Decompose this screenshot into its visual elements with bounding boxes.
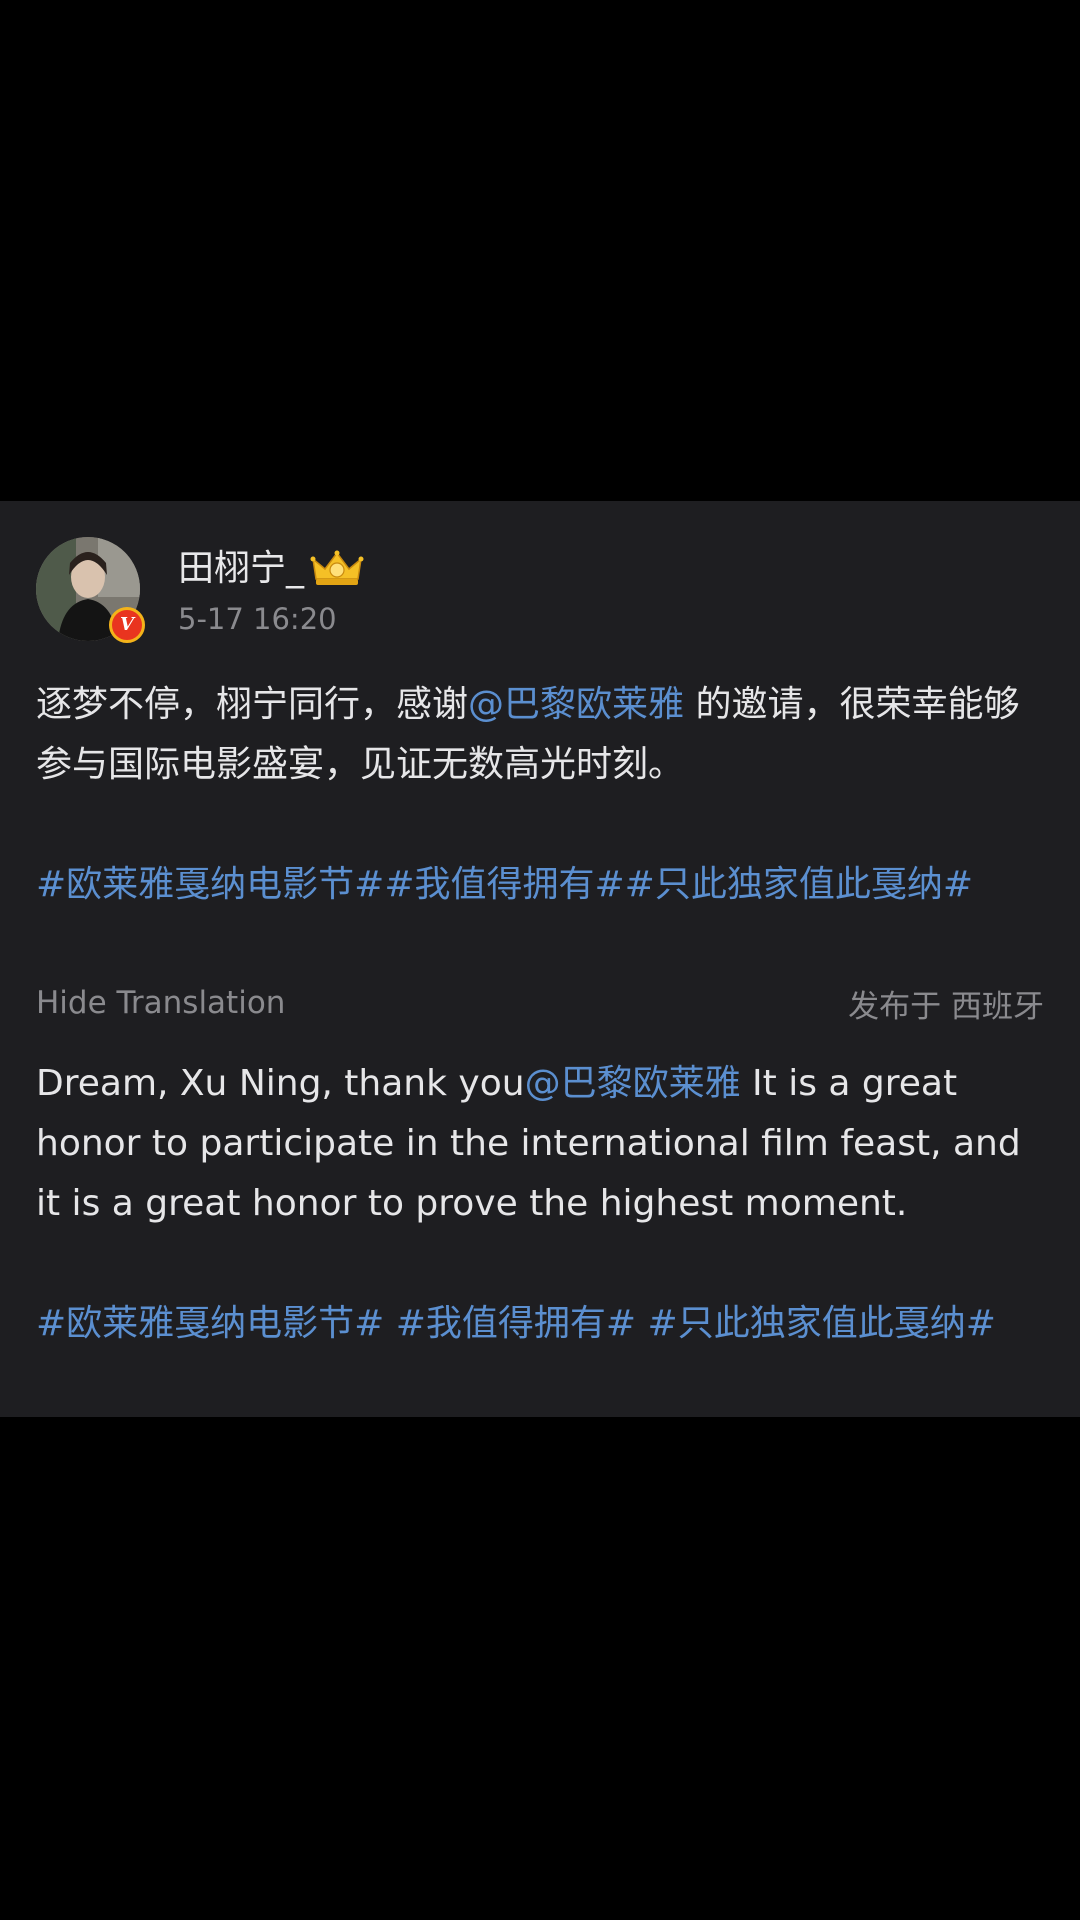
original-post-text: 逐梦不停，栩宁同行，感谢@巴黎欧莱雅 的邀请，很荣幸能够参与国际电影盛宴，见证无… [36,675,1046,795]
username-row[interactable]: 田栩宁_ [178,543,364,595]
post-timestamp: 5-17 16:20 [178,602,337,636]
translated-post-text: Dream, Xu Ning, thank you@巴黎欧莱雅 It is a … [36,1054,1046,1234]
original-text-before: 逐梦不停，栩宁同行，感谢 [36,684,469,725]
translation-bar: Hide Translation 发布于 西班牙 [36,975,1044,1031]
screen: V 田栩宁_ 5-17 16:20 逐梦不停，栩宁同行，感谢@巴黎欧莱雅 的邀请… [0,0,1080,1920]
weibo-post-card: V 田栩宁_ 5-17 16:20 逐梦不停，栩宁同行，感谢@巴黎欧莱雅 的邀请… [0,501,1080,1417]
translated-hashtags[interactable]: #欧莱雅戛纳电影节# #我值得拥有# #只此独家值此戛纳# [36,1294,1046,1354]
crown-icon[interactable] [310,549,364,589]
post-location: 发布于 西班牙 [848,988,1044,1025]
verified-badge-icon: V [109,607,145,643]
username[interactable]: 田栩宁_ [178,543,304,595]
hide-translation-button[interactable]: Hide Translation [36,985,285,1021]
translated-text-before: Dream, Xu Ning, thank you [36,1063,525,1104]
avatar-container[interactable]: V [36,537,145,643]
translated-mention-link[interactable]: @巴黎欧莱雅 [525,1063,741,1104]
mention-link[interactable]: @巴黎欧莱雅 [468,684,684,725]
original-hashtags[interactable]: #欧莱雅戛纳电影节##我值得拥有##只此独家值此戛纳# [36,855,1046,915]
